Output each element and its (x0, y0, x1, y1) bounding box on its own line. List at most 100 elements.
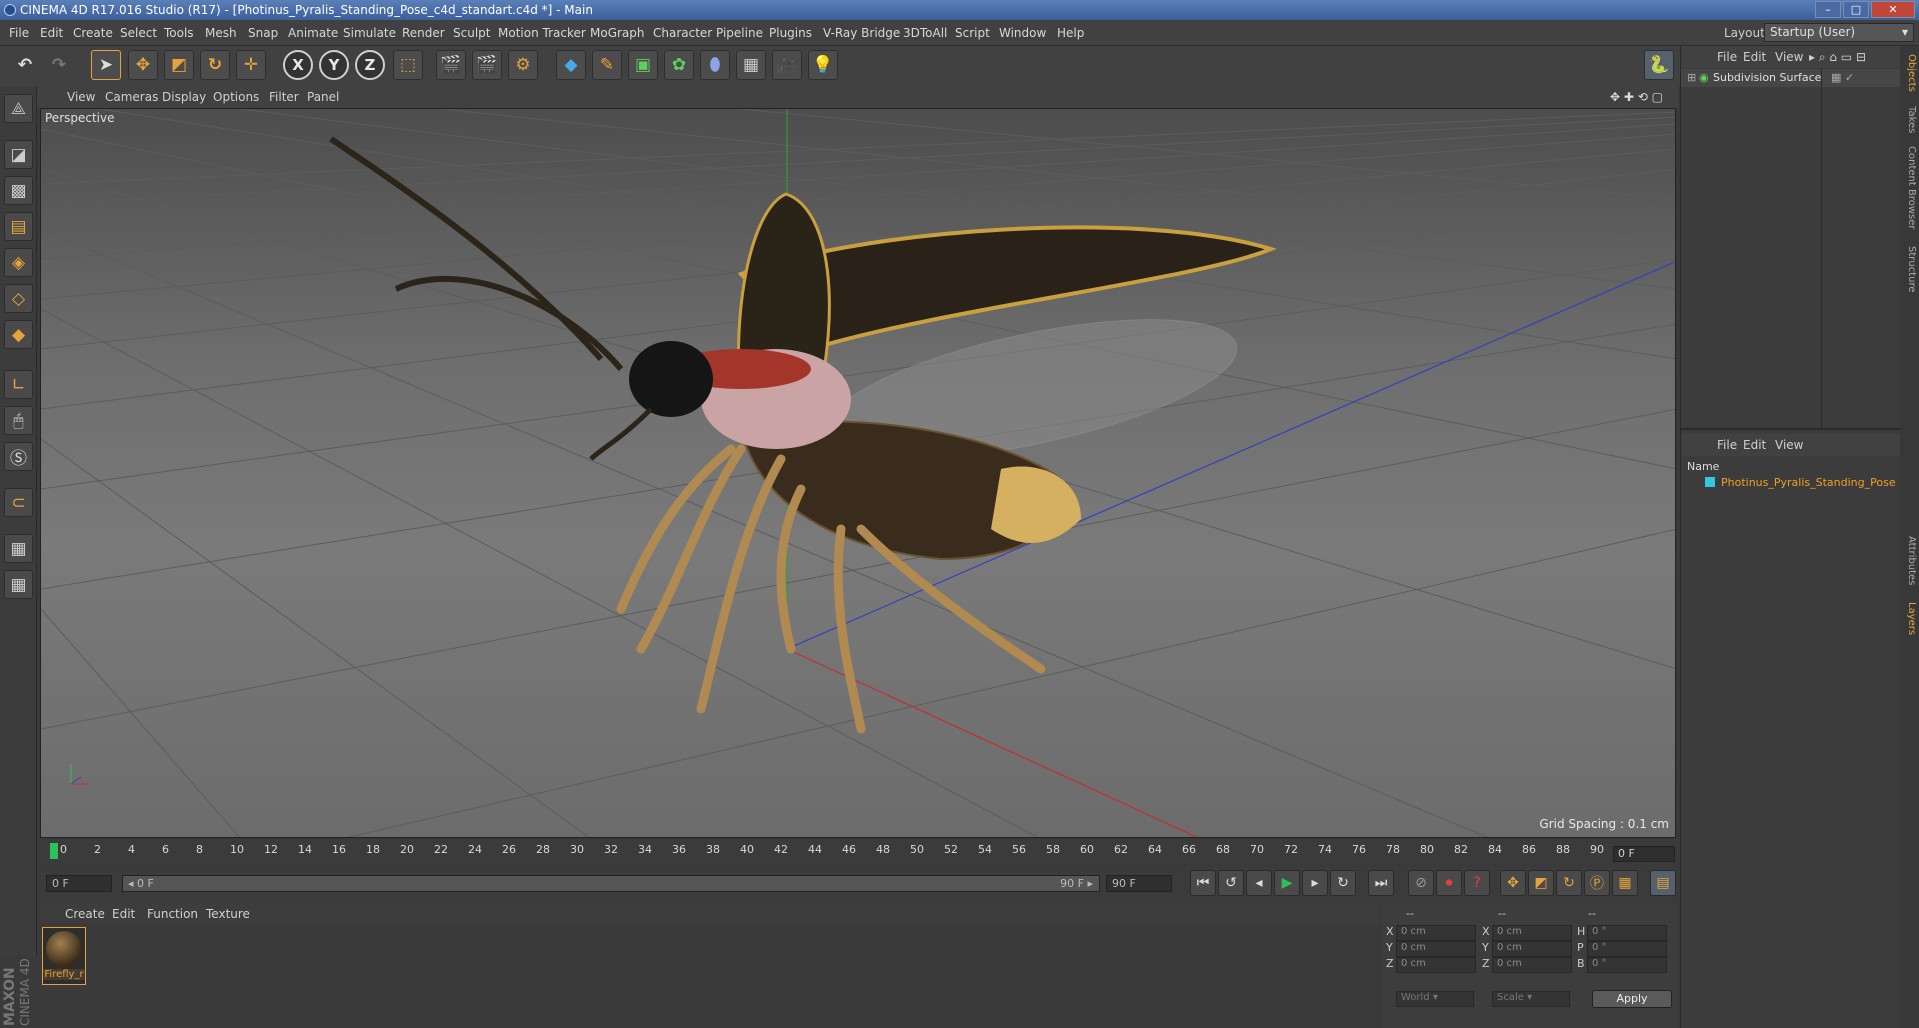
subdivision-icon[interactable]: ▣ (628, 50, 658, 80)
redo-icon[interactable]: ↷ (44, 50, 74, 80)
viewport-menu-panel[interactable]: Panel (307, 90, 339, 104)
frame-range-slider[interactable]: ◂ 0 F 90 F ▸ (122, 875, 1100, 892)
start-frame-field[interactable]: 0 F (46, 875, 112, 892)
menu-file[interactable]: File (9, 26, 29, 40)
snapping-icon[interactable]: Ⓢ (4, 442, 33, 471)
layer-row[interactable]: Photinus_Pyralis_Standing_Pose (1681, 474, 1901, 492)
coordinate-system-icon[interactable]: ⬚ (393, 50, 423, 80)
y-axis-lock-button[interactable]: Y (319, 50, 349, 80)
viewport-nav-icons[interactable]: ✥ ✚ ⟲ ▢ (1610, 90, 1663, 104)
magnet-icon[interactable]: ⊂ (4, 488, 33, 517)
rotate-icon[interactable]: ↻ (200, 50, 230, 80)
viewport-menu-filter[interactable]: Filter (269, 90, 299, 104)
layout-dropdown[interactable]: Startup (User) ▾ (1764, 23, 1914, 42)
viewport-menu-cameras[interactable]: Cameras (105, 90, 158, 104)
move-icon[interactable]: ✥ (128, 50, 158, 80)
menu-select[interactable]: Select (120, 26, 157, 40)
menu-plugins[interactable]: Plugins (769, 26, 812, 40)
python-icon[interactable]: 🐍 (1644, 50, 1674, 80)
light-bulb-icon[interactable]: 💡 (808, 50, 838, 80)
grid-workplane-icon[interactable]: ▦ (4, 570, 33, 599)
key-rotation-icon[interactable]: ↻ (1556, 870, 1582, 896)
coord-size-input[interactable]: 0 cm (1492, 957, 1572, 973)
mograph-cloner-icon[interactable]: ✿ (664, 50, 694, 80)
x-axis-lock-button[interactable]: X (283, 50, 313, 80)
coord-rotation-input[interactable]: 0 ° (1587, 941, 1667, 957)
menu-render[interactable]: Render (402, 26, 445, 40)
texture-mode-icon[interactable]: ▩ (4, 176, 33, 205)
coord-rotation-input[interactable]: 0 ° (1587, 957, 1667, 973)
viewport-menu-options[interactable]: Options (213, 90, 259, 104)
pen-spline-icon[interactable]: ✎ (592, 50, 622, 80)
render-settings-icon[interactable]: ⚙ (508, 50, 538, 80)
lock-workplane-icon[interactable]: ▦ (4, 534, 33, 563)
minimize-button[interactable]: – (1815, 1, 1841, 18)
expand-icon[interactable]: ⊞ (1687, 71, 1696, 84)
coord-mode-dropdown[interactable]: World ▾ (1396, 991, 1474, 1007)
menu-mesh[interactable]: Mesh (205, 26, 237, 40)
polygons-mode-icon[interactable]: ◆ (4, 320, 33, 349)
undo-icon[interactable]: ↶ (10, 50, 40, 80)
object-search-icons[interactable]: ▸ ⌕ ⌂ ▭ ⊟ (1809, 50, 1866, 65)
object-menu-edit[interactable]: Edit (1743, 50, 1766, 64)
layer-menu-file[interactable]: File (1717, 438, 1737, 452)
workplane-icon[interactable]: ▤ (4, 212, 33, 241)
cube-icon[interactable]: ◆ (556, 50, 586, 80)
menu-help[interactable]: Help (1057, 26, 1084, 40)
coord-scale-dropdown[interactable]: Scale ▾ (1492, 991, 1570, 1007)
deformer-icon[interactable]: ⬮ (700, 50, 730, 80)
side-tab-takes[interactable]: Takes (1902, 106, 1917, 133)
coord-position-input[interactable]: 0 cm (1396, 941, 1476, 957)
current-frame-field[interactable]: 0 F (1613, 846, 1675, 862)
go-to-start-icon[interactable]: ⏮ (1190, 870, 1216, 896)
side-tab-objects[interactable]: Objects (1902, 54, 1917, 92)
material-menu-create[interactable]: Create (65, 907, 105, 921)
timeline-window-icon[interactable]: ▤ (1650, 870, 1676, 896)
make-editable-icon[interactable]: ⟁ (4, 94, 33, 123)
viewport-menu-view[interactable]: View (67, 90, 95, 104)
play-icon[interactable]: ▶ (1274, 870, 1300, 896)
tweak-mode-icon[interactable]: 🖱 (4, 406, 33, 435)
menu-pipeline[interactable]: Pipeline (716, 26, 763, 40)
timeline[interactable]: 0 2 4 6 8 10 12 14 16 18 20 22 24 26 28 30 32 34 36 38 40 42 4… (40, 840, 1676, 864)
side-tab-structure[interactable]: Structure (1902, 246, 1917, 293)
previous-key-icon[interactable]: ↺ (1218, 870, 1244, 896)
keyframe-selection-icon[interactable]: ? (1464, 870, 1490, 896)
key-position-icon[interactable]: ✥ (1500, 870, 1526, 896)
model-mode-icon[interactable]: ◪ (4, 140, 33, 169)
menu-animate[interactable]: Animate (288, 26, 338, 40)
material-menu-texture[interactable]: Texture (206, 907, 250, 921)
scale-icon[interactable]: ◩ (164, 50, 194, 80)
side-tab-layers[interactable]: Layers (1902, 602, 1917, 635)
maximize-button[interactable]: □ (1843, 1, 1869, 18)
menu-tools[interactable]: Tools (164, 26, 194, 40)
next-key-icon[interactable]: ↻ (1330, 870, 1356, 896)
menu-3dtoall[interactable]: 3DToAll (903, 26, 947, 40)
menu-edit[interactable]: Edit (40, 26, 63, 40)
layer-menu-edit[interactable]: Edit (1743, 438, 1766, 452)
key-scale-icon[interactable]: ◩ (1528, 870, 1554, 896)
edges-mode-icon[interactable]: ◇ (4, 284, 33, 313)
layer-menu-view[interactable]: View (1775, 438, 1803, 452)
coord-position-input[interactable]: 0 cm (1396, 925, 1476, 941)
object-row[interactable]: ⊞ ◉ Subdivision Surface ▦ ✓ (1681, 69, 1901, 87)
menu-vray-bridge[interactable]: V-Ray Bridge (823, 26, 900, 40)
side-tab-content-browser[interactable]: Content Browser (1902, 146, 1917, 229)
camera-icon[interactable]: 🎥 (772, 50, 802, 80)
playhead-marker[interactable] (50, 843, 58, 859)
record-keys-icon[interactable]: ⊘ (1408, 870, 1434, 896)
object-menu-file[interactable]: File (1717, 50, 1737, 64)
key-parameter-icon[interactable]: Ⓟ (1584, 870, 1610, 896)
coord-size-input[interactable]: 0 cm (1492, 941, 1572, 957)
3d-viewport[interactable]: Perspective Grid Spacing : 0.1 cm (40, 108, 1676, 838)
menu-create[interactable]: Create (73, 26, 113, 40)
previous-frame-icon[interactable]: ◂ (1246, 870, 1272, 896)
close-button[interactable]: ✕ (1871, 1, 1915, 18)
menu-mograph[interactable]: MoGraph (590, 26, 645, 40)
side-tab-attributes[interactable]: Attributes (1902, 536, 1917, 585)
render-view-icon[interactable]: 🎬 (436, 50, 466, 80)
z-axis-lock-button[interactable]: Z (355, 50, 385, 80)
autokey-icon[interactable]: ⏺ (1436, 870, 1462, 896)
viewport-menu-display[interactable]: Display (162, 90, 206, 104)
go-to-end-icon[interactable]: ⏭ (1368, 870, 1394, 896)
